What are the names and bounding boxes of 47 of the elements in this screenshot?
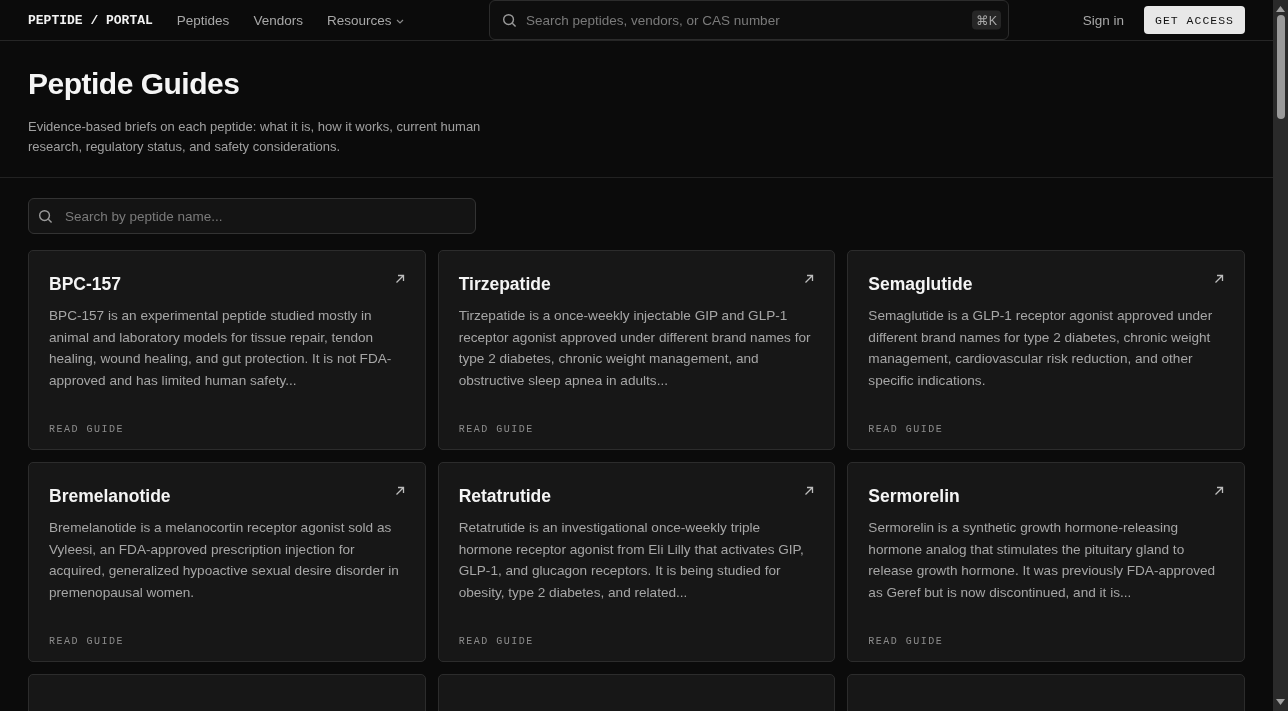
card-summary: Semaglutide is a GLP-1 receptor agonist approved under different brand names for type 2 diabetes, chronic weight management, cardiovascular risk reduction, and other specific indications. <box>868 307 1214 390</box>
guide-card[interactable] <box>28 462 426 662</box>
peptide-search-field[interactable]: Search by peptide name... <box>28 198 476 234</box>
read-guide-link[interactable]: READ GUIDE <box>49 636 124 647</box>
arrow-up-right-icon <box>394 274 405 284</box>
read-guide-link[interactable]: READ GUIDE <box>868 424 944 435</box>
caret-icon <box>396 18 405 24</box>
card-title: Retatrutide <box>458 486 552 507</box>
page-subtitle: Evidence-based briefs on each peptide: what it is, how it works, current human research, regulatory status, and safety considerations. <box>28 118 482 156</box>
card-title: Sermorelin <box>868 486 960 507</box>
site-logo[interactable]: PEPTIDE / PORTAL <box>28 12 153 28</box>
scroll-thumb[interactable] <box>1276 15 1285 119</box>
arrow-up-right-icon <box>804 274 815 284</box>
arrow-up-right-icon <box>394 486 405 496</box>
nav-link[interactable]: Peptides <box>176 12 230 28</box>
guide-card[interactable] <box>437 250 836 450</box>
shortcut-key: ⌘K <box>972 10 1001 30</box>
search-icon <box>38 208 53 224</box>
card-title: Semaglutide <box>868 274 973 295</box>
search-icon <box>502 12 517 28</box>
arrow-up-right-icon <box>1214 274 1224 284</box>
read-guide-link[interactable]: READ GUIDE <box>458 424 534 435</box>
scrollbar[interactable] <box>1273 0 1288 711</box>
card-summary: Bremelanotide is a melanocortin receptor agonist sold as Vyleesi, an FDA-approved prescription injection for acquired, generalized hypoactive sexual desire disorder in premenopausal women. <box>49 519 400 602</box>
guide-card[interactable] <box>847 250 1245 450</box>
card-summary: Sermorelin is a synthetic growth hormone-releasing hormone analog that stimulates the pituitary gland to release growth hormone. It was previously FDA-approved as Geref but is now discontinued, and it is... <box>868 519 1217 602</box>
arrow-up-right-icon <box>1214 486 1224 496</box>
guide-card[interactable] <box>847 462 1245 662</box>
card-summary: BPC-157 is an experimental peptide studied mostly in animal and laboratory models for tissue repair, tendon healing, wound healing, and gut protection. It is not FDA-approved and has limited human safety... <box>49 307 393 390</box>
scroll-down-icon[interactable] <box>1276 699 1285 705</box>
scroll-up-icon[interactable] <box>1276 6 1285 12</box>
sign-in-link[interactable]: Sign in <box>1082 12 1124 28</box>
card-title: Tirzepatide <box>458 274 551 295</box>
nav-link[interactable]: Vendors <box>253 12 303 28</box>
card-title: BPC-157 <box>49 274 121 295</box>
nav-menu[interactable]: Resources <box>326 12 405 28</box>
read-guide-link[interactable]: READ GUIDE <box>458 636 534 647</box>
get-access-button[interactable]: GET ACCESS <box>1144 6 1245 34</box>
card-summary: Retatrutide is an investigational once-weekly triple hormone receptor agonist from Eli Lilly that activates GIP, GLP-1, and glucagon receptors. It is being studied for obesity, type 2 diabetes, and related... <box>458 519 805 602</box>
guide-card[interactable] <box>437 462 836 662</box>
page-title: Peptide Guides <box>28 67 241 101</box>
arrow-up-right-icon <box>804 486 815 496</box>
card-summary: Tirzepatide is a once-weekly injectable GIP and GLP-1 receptor agonist approved under different brand names for type 2 diabetes, chronic weight management, and obstructive sleep apnea in adults... <box>458 307 812 390</box>
card-title: Bremelanotide <box>49 486 171 507</box>
read-guide-link[interactable]: READ GUIDE <box>868 636 944 647</box>
guide-card[interactable] <box>28 250 426 450</box>
read-guide-link[interactable]: READ GUIDE <box>49 424 124 435</box>
